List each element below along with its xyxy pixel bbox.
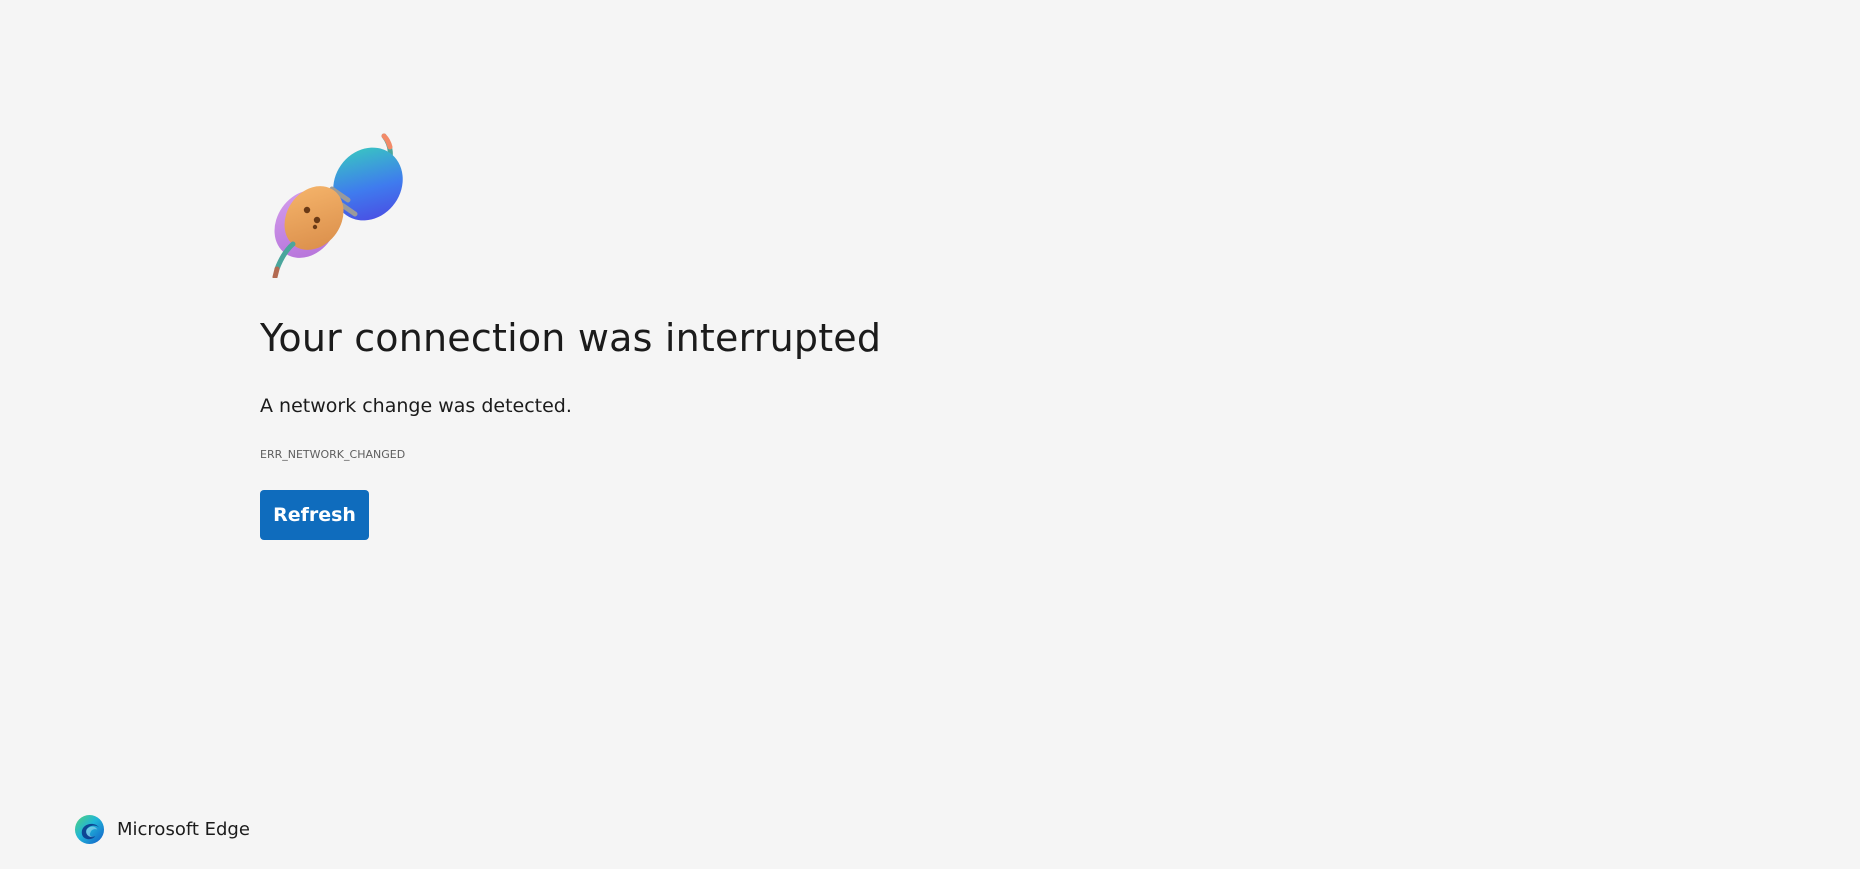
error-page: Your connection was interrupted A networ… (0, 0, 1860, 869)
brand-name: Microsoft Edge (117, 818, 250, 840)
error-message: A network change was detected. (260, 395, 572, 417)
unplugged-plug-illustration (272, 133, 403, 278)
browser-branding: Microsoft Edge (74, 813, 250, 845)
error-code: ERR_NETWORK_CHANGED (260, 448, 406, 461)
page-title: Your connection was interrupted (260, 316, 882, 360)
microsoft-edge-logo-icon (74, 814, 105, 844)
refresh-button[interactable]: Refresh (260, 490, 369, 540)
